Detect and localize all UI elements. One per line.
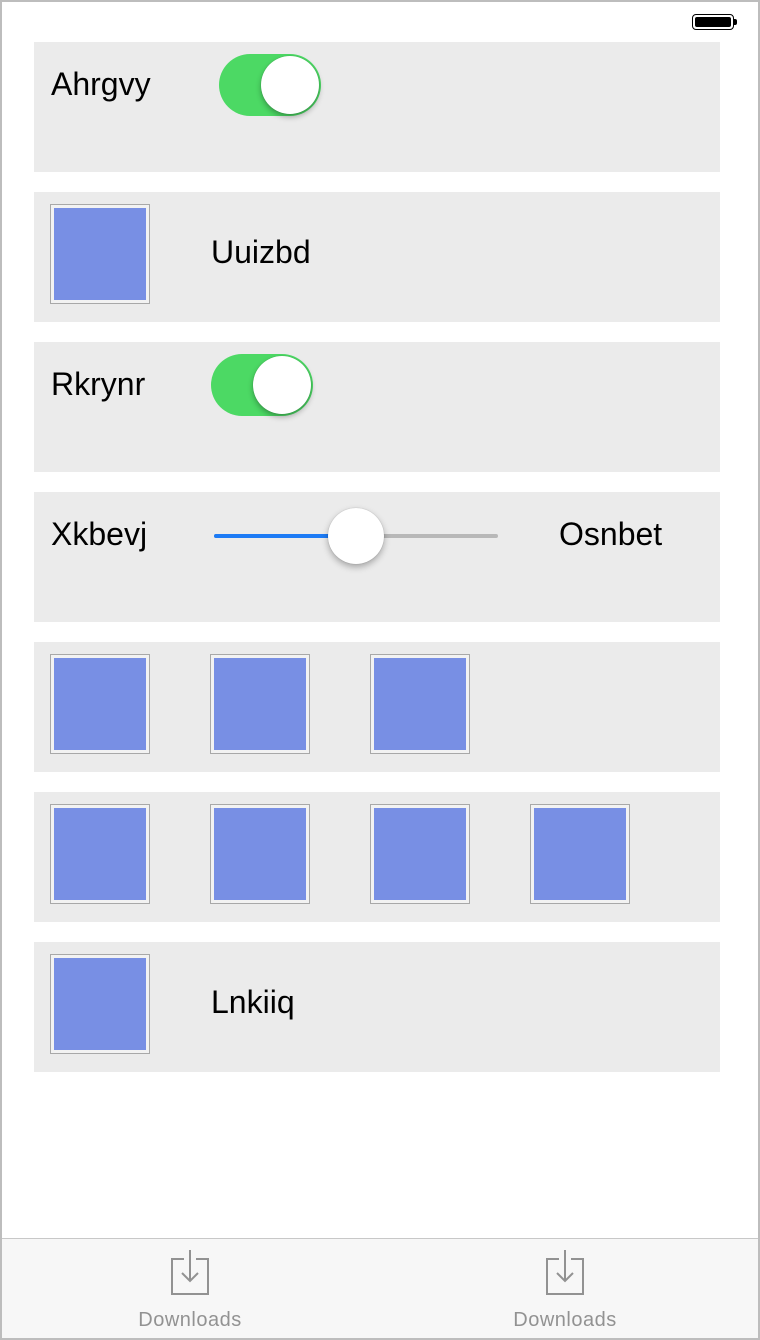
image-placeholder-icon bbox=[530, 804, 630, 904]
image-placeholder-icon bbox=[50, 204, 150, 304]
toggle-knob bbox=[261, 56, 319, 114]
download-tray-icon bbox=[546, 1250, 584, 1295]
image-placeholder-icon bbox=[370, 654, 470, 754]
slider-left-label: Xkbevj bbox=[51, 516, 148, 552]
image-placeholder-icon bbox=[50, 804, 150, 904]
row-label: Uuizbd bbox=[211, 234, 311, 270]
battery-icon bbox=[692, 14, 737, 32]
row-ahrgvy: Ahrgvy bbox=[34, 42, 720, 172]
row-slider: Xkbevj Osnbet bbox=[34, 492, 720, 622]
tab-bar: Downloads Downloads bbox=[2, 1238, 758, 1338]
image-placeholder-icon bbox=[50, 954, 150, 1054]
row-uuizbd: Uuizbd bbox=[34, 192, 720, 322]
download-tray-icon bbox=[171, 1250, 209, 1295]
row-images-4 bbox=[34, 792, 720, 922]
image-placeholder-icon bbox=[50, 654, 150, 754]
row-images-3 bbox=[34, 642, 720, 772]
row-label: Lnkiiq bbox=[211, 984, 295, 1020]
toggle-knob bbox=[253, 356, 311, 414]
tab-label: Downloads bbox=[513, 1309, 617, 1331]
tab-downloads-1[interactable]: Downloads bbox=[90, 1239, 290, 1338]
image-placeholder-icon bbox=[210, 654, 310, 754]
row-rkrynr: Rkrynr bbox=[34, 342, 720, 472]
tab-label: Downloads bbox=[138, 1309, 242, 1331]
row-lnkiiq: Lnkiiq bbox=[34, 942, 720, 1072]
slider-thumb[interactable] bbox=[328, 508, 384, 564]
slider[interactable] bbox=[214, 506, 500, 566]
app-screen: Ahrgvy Uuizbd Rkrynr Xkbevj Osnbet Lnkii… bbox=[0, 0, 760, 1340]
image-placeholder-icon bbox=[370, 804, 470, 904]
slider-right-label: Osnbet bbox=[559, 516, 663, 552]
toggle-switch[interactable] bbox=[211, 354, 313, 416]
tab-downloads-2[interactable]: Downloads bbox=[465, 1239, 665, 1338]
row-label: Rkrynr bbox=[51, 366, 146, 402]
toggle-switch[interactable] bbox=[219, 54, 321, 116]
row-label: Ahrgvy bbox=[51, 66, 151, 102]
image-placeholder-icon bbox=[210, 804, 310, 904]
